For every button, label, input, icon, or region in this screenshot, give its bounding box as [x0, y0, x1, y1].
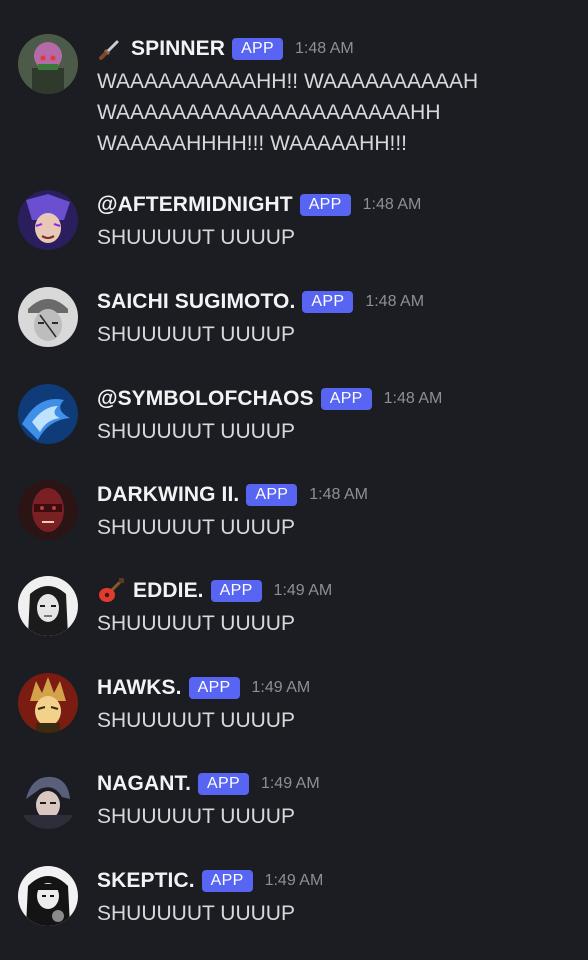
app-badge: APP — [232, 38, 283, 60]
avatar-image — [18, 190, 78, 250]
message-content: SHUUUUUT UUUUP — [97, 608, 577, 639]
timestamp: 1:48 AM — [383, 390, 443, 407]
message-content: SHUUUUUT UUUUP — [97, 222, 577, 253]
message-line: SHUUUUUT UUUUP — [97, 323, 295, 346]
avatar[interactable] — [18, 576, 78, 636]
app-badge: APP — [246, 484, 298, 506]
message-header: @SYMBOLOFCHAOS APP 1:48 AM — [97, 384, 442, 414]
avatar-image — [18, 673, 78, 733]
app-badge: APP — [188, 677, 240, 699]
message-line: WAAAAAAAAAAAAAAAAAAAAAHH — [97, 101, 441, 124]
avatar-image — [18, 576, 78, 636]
username[interactable]: @AFTERMIDNIGHT — [97, 193, 293, 217]
username[interactable]: @SYMBOLOFCHAOS — [97, 387, 314, 411]
message-header: @AFTERMIDNIGHT APP 1:48 AM — [97, 190, 421, 220]
app-badge: APP — [302, 291, 354, 313]
app-badge: APP — [201, 870, 253, 892]
message-content: SHUUUUUT UUUUP — [97, 512, 577, 543]
username[interactable]: DARKWING II. — [97, 483, 239, 507]
message-line: WAAAAAAAAAAHH!! WAAAAAAAAAAH — [97, 70, 479, 93]
message-line: SHUUUUUT UUUUP — [97, 805, 295, 828]
message-line: SHUUUUUT UUUUP — [97, 902, 295, 925]
message-content: SHUUUUUT UUUUP — [97, 416, 577, 447]
avatar[interactable] — [18, 769, 78, 829]
username[interactable]: HAWKS. — [97, 676, 182, 700]
avatar[interactable] — [18, 480, 78, 540]
message-content: WAAAAAAAAAAHH!! WAAAAAAAAAAH WAAAAAAAAAA… — [97, 66, 577, 159]
message-line: SHUUUUUT UUUUP — [97, 612, 295, 635]
username[interactable]: EDDIE. — [133, 579, 204, 603]
message-line: SHUUUUUT UUUUP — [97, 516, 295, 539]
timestamp: 1:48 AM — [294, 40, 354, 57]
avatar-image — [18, 34, 78, 94]
message-header: SAICHI SUGIMOTO. APP 1:48 AM — [97, 287, 424, 317]
avatar-image — [18, 480, 78, 540]
message-header: NAGANT. APP 1:49 AM — [97, 769, 320, 799]
username[interactable]: SKEPTIC. — [97, 869, 195, 893]
message-line: SHUUUUUT UUUUP — [97, 226, 295, 249]
username[interactable]: SPINNER — [131, 37, 225, 61]
message-content: SHUUUUUT UUUUP — [97, 801, 577, 832]
avatar[interactable] — [18, 34, 78, 94]
message-content: SHUUUUUT UUUUP — [97, 319, 577, 350]
message-header: SPINNER APP 1:48 AM — [97, 34, 354, 64]
avatar-image — [18, 769, 78, 829]
timestamp: 1:48 AM — [309, 486, 368, 503]
timestamp: 1:49 AM — [251, 679, 311, 696]
message-content: SHUUUUUT UUUUP — [97, 898, 577, 929]
message-line: WAAAAAHHHH!!! WAAAAAHH!!! — [97, 132, 407, 155]
avatar-image — [18, 384, 78, 444]
avatar-image — [18, 866, 78, 926]
timestamp: 1:49 AM — [264, 872, 324, 889]
message-header: DARKWING II. APP 1:48 AM — [97, 480, 368, 510]
avatar[interactable] — [18, 866, 78, 926]
message-line: SHUUUUUT UUUUP — [97, 709, 295, 732]
message-header: HAWKS. APP 1:49 AM — [97, 673, 310, 703]
avatar[interactable] — [18, 190, 78, 250]
avatar-image — [18, 287, 78, 347]
timestamp: 1:48 AM — [365, 293, 425, 310]
message-header: EDDIE. APP 1:49 AM — [97, 576, 332, 606]
message-header: SKEPTIC. APP 1:49 AM — [97, 866, 323, 896]
timestamp: 1:49 AM — [260, 775, 320, 792]
timestamp: 1:49 AM — [273, 582, 333, 599]
timestamp: 1:48 AM — [362, 196, 422, 213]
app-badge: APP — [210, 580, 262, 602]
app-badge: APP — [198, 773, 249, 795]
dagger-emoji-icon — [97, 36, 123, 62]
guitar-emoji-icon — [97, 577, 125, 605]
chat-message-list: SPINNER APP 1:48 AM WAAAAAAAAAAHH!! WAAA… — [0, 0, 588, 960]
app-badge: APP — [299, 194, 351, 216]
avatar[interactable] — [18, 287, 78, 347]
avatar[interactable] — [18, 384, 78, 444]
message-content: SHUUUUUT UUUUP — [97, 705, 577, 736]
app-badge: APP — [320, 388, 372, 410]
avatar[interactable] — [18, 673, 78, 733]
message-line: SHUUUUUT UUUUP — [97, 420, 295, 443]
username[interactable]: NAGANT. — [97, 772, 191, 796]
username[interactable]: SAICHI SUGIMOTO. — [97, 290, 295, 314]
